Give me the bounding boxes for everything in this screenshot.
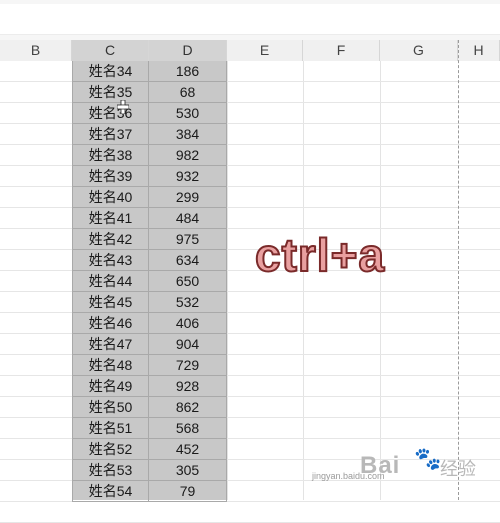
value-cell[interactable]: 904: [149, 334, 227, 355]
value-cell[interactable]: 928: [149, 376, 227, 397]
table-row[interactable]: 姓名41 484: [72, 208, 227, 229]
formula-bar[interactable]: [0, 4, 500, 35]
table-row[interactable]: 姓名45 532: [72, 292, 227, 313]
value-cell[interactable]: 650: [149, 271, 227, 292]
name-cell[interactable]: 姓名41: [72, 208, 149, 229]
table-row[interactable]: 姓名51 568: [72, 418, 227, 439]
column-header-bar: B C D E F G H: [0, 40, 500, 62]
value-cell[interactable]: 982: [149, 145, 227, 166]
value-cell[interactable]: 406: [149, 313, 227, 334]
grid-line: [227, 61, 228, 500]
name-cell[interactable]: 姓名46: [72, 313, 149, 334]
table-row[interactable]: 姓名35 68: [72, 82, 227, 103]
table-row[interactable]: 姓名43 634: [72, 250, 227, 271]
table-row[interactable]: 姓名50 862: [72, 397, 227, 418]
column-header-d[interactable]: D: [149, 40, 227, 61]
value-cell[interactable]: 634: [149, 250, 227, 271]
watermark-cn-text: 经验: [440, 459, 476, 480]
name-cell[interactable]: 姓名50: [72, 397, 149, 418]
name-cell[interactable]: 姓名42: [72, 229, 149, 250]
value-cell[interactable]: 532: [149, 292, 227, 313]
value-cell[interactable]: 568: [149, 418, 227, 439]
watermark-logo: Bai: [360, 452, 401, 479]
value-cell[interactable]: 975: [149, 229, 227, 250]
column-header-f[interactable]: F: [303, 40, 380, 61]
column-header-h[interactable]: H: [458, 40, 500, 61]
table-row[interactable]: 姓名34 186: [72, 61, 227, 82]
name-cell[interactable]: 姓名49: [72, 376, 149, 397]
name-cell[interactable]: 姓名38: [72, 145, 149, 166]
value-cell[interactable]: 932: [149, 166, 227, 187]
name-cell[interactable]: 姓名47: [72, 334, 149, 355]
name-cell[interactable]: 姓名54: [72, 481, 149, 502]
shortcut-overlay-text: ctrl+a: [254, 228, 386, 282]
value-cell[interactable]: 384: [149, 124, 227, 145]
table-row[interactable]: 姓名52 452: [72, 439, 227, 460]
name-cell[interactable]: 姓名44: [72, 271, 149, 292]
value-cell[interactable]: 484: [149, 208, 227, 229]
toolbar-strip: [0, 0, 500, 41]
table-row[interactable]: 姓名36 530: [72, 103, 227, 124]
cross-cursor-icon: [117, 100, 129, 114]
paw-icon: 🐾: [414, 446, 442, 471]
name-cell[interactable]: 姓名53: [72, 460, 149, 481]
name-cell[interactable]: 姓名36: [72, 103, 149, 124]
name-cell[interactable]: 姓名48: [72, 355, 149, 376]
name-cell[interactable]: 姓名45: [72, 292, 149, 313]
value-cell[interactable]: 305: [149, 460, 227, 481]
table-row[interactable]: 姓名49 928: [72, 376, 227, 397]
name-cell[interactable]: 姓名39: [72, 166, 149, 187]
table-row[interactable]: 姓名39 932: [72, 166, 227, 187]
name-cell[interactable]: 姓名51: [72, 418, 149, 439]
table-row[interactable]: 姓名46 406: [72, 313, 227, 334]
spreadsheet-grid[interactable]: 姓名34 186 姓名35 68 姓名36 530 姓名37 384 姓名38 982 姓名39 93…: [0, 61, 500, 523]
table-row[interactable]: 姓名37 384: [72, 124, 227, 145]
name-cell[interactable]: 姓名37: [72, 124, 149, 145]
table-row[interactable]: 姓名54 79: [72, 481, 227, 502]
value-cell[interactable]: 862: [149, 397, 227, 418]
name-cell[interactable]: 姓名40: [72, 187, 149, 208]
table-row[interactable]: 姓名53 305: [72, 460, 227, 481]
value-cell[interactable]: 186: [149, 61, 227, 82]
column-header-g[interactable]: G: [380, 40, 458, 61]
name-cell[interactable]: 姓名34: [72, 61, 149, 82]
value-cell[interactable]: 299: [149, 187, 227, 208]
value-cell[interactable]: 452: [149, 439, 227, 460]
value-cell[interactable]: 79: [149, 481, 227, 502]
value-cell[interactable]: 68: [149, 82, 227, 103]
value-cell[interactable]: 530: [149, 103, 227, 124]
table-row[interactable]: 姓名38 982: [72, 145, 227, 166]
name-cell[interactable]: 姓名35: [72, 82, 149, 103]
column-header-b[interactable]: B: [0, 40, 72, 61]
value-cell[interactable]: 729: [149, 355, 227, 376]
table-row[interactable]: 姓名40 299: [72, 187, 227, 208]
name-cell[interactable]: 姓名43: [72, 250, 149, 271]
column-header-e[interactable]: E: [227, 40, 303, 61]
table-row[interactable]: 姓名48 729: [72, 355, 227, 376]
table-row[interactable]: 姓名47 904: [72, 334, 227, 355]
name-cell[interactable]: 姓名52: [72, 439, 149, 460]
column-header-c[interactable]: C: [72, 40, 149, 61]
table-row[interactable]: 姓名44 650: [72, 271, 227, 292]
page-break-line: [458, 40, 459, 500]
table-row[interactable]: 姓名42 975: [72, 229, 227, 250]
